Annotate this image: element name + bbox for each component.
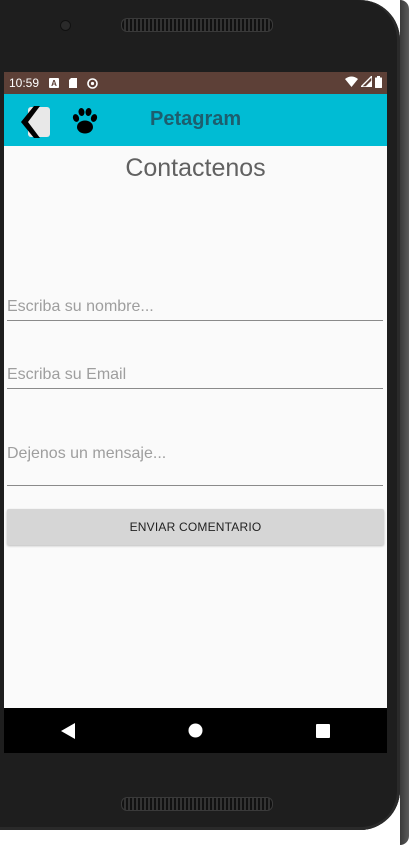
- status-time: 10:59: [9, 76, 40, 90]
- device-screen: 10:59 A Petagram Contactenos Escriba su …: [4, 72, 387, 753]
- back-icon: [21, 106, 50, 138]
- signal-icon: [359, 74, 373, 90]
- nav-recents-button[interactable]: [303, 711, 343, 751]
- nav-recents-icon: [316, 723, 331, 738]
- nav-home-icon: [188, 723, 203, 738]
- paw-icon: [69, 107, 99, 135]
- nav-home-button[interactable]: [175, 711, 215, 751]
- status-right-group: [345, 74, 382, 91]
- email-field[interactable]: [7, 366, 383, 389]
- status-bar: 10:59 A: [4, 72, 387, 94]
- message-field[interactable]: [7, 445, 383, 486]
- send-comment-button[interactable]: ENVIAR COMENTARIO: [7, 509, 384, 545]
- top-speaker: [121, 18, 273, 32]
- page-title: Contactenos: [125, 154, 266, 182]
- app-title: Petagram: [150, 108, 242, 130]
- wifi-icon: [345, 76, 358, 90]
- a-notification-icon: A: [49, 78, 60, 88]
- front-camera: [60, 20, 71, 31]
- back-button[interactable]: [18, 104, 52, 138]
- nav-back-button[interactable]: [48, 711, 88, 751]
- name-field[interactable]: [7, 298, 383, 321]
- bottom-speaker: [121, 797, 273, 811]
- nav-back-icon: [60, 722, 75, 739]
- phone-frame: 10:59 A Petagram Contactenos Escriba su …: [0, 0, 400, 830]
- phone-side-edge: [400, 0, 409, 845]
- system-nav-bar: [4, 708, 387, 753]
- svg-text:A: A: [51, 79, 57, 88]
- battery-icon: [375, 75, 382, 91]
- app-bar: Petagram: [4, 94, 387, 146]
- sync-icon: [87, 78, 98, 89]
- sd-card-icon: [68, 78, 78, 88]
